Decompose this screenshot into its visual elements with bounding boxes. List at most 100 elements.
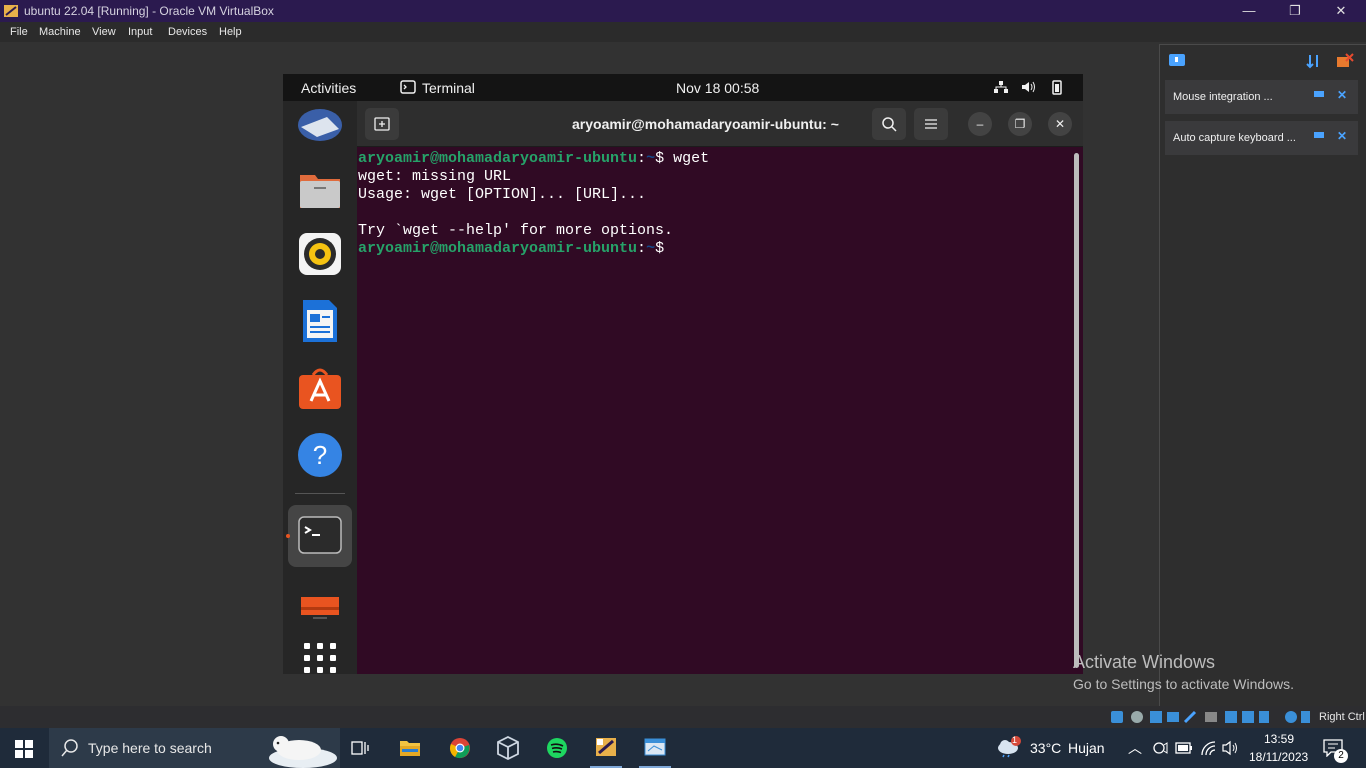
gnome-top-bar: Activities Terminal Nov 18 00:58: [283, 74, 1083, 101]
menu-devices[interactable]: Devices: [168, 26, 207, 38]
network-icon[interactable]: [993, 80, 1009, 94]
new-tab-button[interactable]: [365, 108, 399, 140]
meet-now-icon[interactable]: [1152, 740, 1168, 756]
menu-input[interactable]: Input: [128, 26, 152, 38]
rhythmbox-icon[interactable]: [297, 231, 343, 277]
ubuntu-dock: ?: [283, 101, 357, 674]
spotify-icon: [547, 738, 567, 758]
weather-icon[interactable]: [996, 736, 1022, 758]
minimize-button[interactable]: —: [1226, 0, 1272, 22]
terminal-scrollbar[interactable]: [1074, 153, 1079, 668]
virtualbox-app-icon: [4, 5, 18, 17]
info-icon[interactable]: [1313, 131, 1325, 141]
clock[interactable]: Nov 18 00:58: [676, 80, 759, 96]
chevron-up-icon[interactable]: ︿: [1128, 738, 1142, 758]
hamburger-menu-button[interactable]: [914, 108, 948, 140]
battery-icon[interactable]: [1049, 79, 1065, 95]
search-icon: [882, 117, 897, 132]
notification-mouse-integration[interactable]: Mouse integration ... ✕: [1165, 80, 1358, 114]
weather-badge: 1: [1012, 735, 1018, 745]
notification-text: Auto capture keyboard ...: [1173, 132, 1296, 144]
files-icon[interactable]: [297, 167, 343, 213]
prompt-path: ~: [646, 150, 656, 167]
search-highlight-image: [269, 736, 337, 768]
menu-file[interactable]: File: [10, 26, 28, 38]
dismiss-all-icon[interactable]: [1336, 53, 1354, 69]
vbox-titlebar: ubuntu 22.04 [Running] - Oracle VM Virtu…: [0, 0, 1366, 22]
window-title: ubuntu 22.04 [Running] - Oracle VM Virtu…: [24, 4, 274, 18]
notification-auto-capture[interactable]: Auto capture keyboard ... ✕: [1165, 121, 1358, 155]
activities-button[interactable]: Activities: [301, 80, 356, 96]
battery-icon[interactable]: [1175, 741, 1193, 755]
weather-description[interactable]: Hujan: [1068, 740, 1105, 756]
volume-icon[interactable]: [1021, 80, 1037, 94]
search-placeholder: Type here to search: [88, 740, 212, 756]
prompt-colon: :: [637, 240, 647, 257]
device-status-icons[interactable]: [1110, 709, 1310, 725]
terminal-close-button[interactable]: ✕: [1048, 112, 1072, 136]
writer-icon[interactable]: [297, 298, 343, 344]
vm-window-icon: [644, 738, 666, 756]
thunderbird-icon[interactable]: [297, 105, 343, 151]
clock-time[interactable]: 13:59: [1264, 732, 1294, 746]
vbox-menubar: File Machine View Input Devices Help: [0, 22, 1366, 42]
taskbar-ubuntu-vm[interactable]: [631, 728, 679, 768]
terminal-output-line: Usage: wget [OPTION]... [URL]...: [358, 186, 647, 203]
vbox-status-bar: Right Ctrl: [1110, 708, 1366, 726]
taskbar-spotify[interactable]: [533, 728, 581, 768]
new-tab-icon: [374, 117, 390, 131]
menu-help[interactable]: Help: [219, 26, 242, 38]
restore-button[interactable]: ❐: [1272, 0, 1318, 22]
sort-icon[interactable]: [1306, 53, 1322, 69]
terminal-title: aryoamir@mohamadaryoamir-ubuntu: ~: [572, 116, 839, 132]
command-text: wget: [673, 150, 710, 167]
terminal-output-line: wget: missing URL: [358, 168, 512, 185]
menu-machine[interactable]: Machine: [39, 26, 81, 38]
menu-icon: [925, 119, 937, 129]
chrome-icon: [450, 738, 470, 759]
clock-date[interactable]: 18/11/2023: [1249, 750, 1308, 764]
taskbar-search-box[interactable]: Type here to search: [49, 728, 340, 768]
watermark-subtitle: Go to Settings to activate Windows.: [1073, 676, 1294, 692]
dock-separator: [295, 493, 345, 494]
notification-center-icon[interactable]: [1168, 53, 1186, 69]
search-button[interactable]: [872, 108, 906, 140]
notification-count-badge: 2: [1334, 749, 1348, 763]
taskbar-file-explorer[interactable]: [386, 728, 434, 768]
file-explorer-icon: [400, 741, 420, 756]
prompt-user: aryoamir@mohamadaryoamir-ubuntu: [358, 150, 638, 167]
close-notification-icon[interactable]: ✕: [1337, 88, 1347, 102]
weather-temperature[interactable]: 33°C: [1030, 740, 1061, 756]
terminal-icon: [298, 516, 342, 554]
app-menu-label[interactable]: Terminal: [422, 80, 475, 96]
terminal-headerbar: aryoamir@mohamadaryoamir-ubuntu: ~ – ❐ ✕: [357, 101, 1083, 147]
prompt-symbol: $: [655, 150, 674, 167]
taskbar-vscode[interactable]: [484, 728, 532, 768]
close-button[interactable]: ✕: [1318, 0, 1364, 22]
taskbar-chrome[interactable]: [436, 728, 484, 768]
trash-icon[interactable]: [297, 591, 343, 627]
windows-start-icon[interactable]: [15, 740, 33, 758]
notification-text: Mouse integration ...: [1173, 91, 1273, 103]
prompt-colon: :: [637, 150, 647, 167]
close-notification-icon[interactable]: ✕: [1337, 129, 1347, 143]
windows-taskbar: Type here to search 1 33°C Hujan ︿ 13:59…: [0, 728, 1366, 768]
terminal-line-prompt: aryoamir@mohamadaryoamir-ubuntu:~$: [358, 240, 673, 258]
terminal-minimize-button[interactable]: –: [968, 112, 992, 136]
speaker-icon[interactable]: [1222, 740, 1240, 756]
activate-windows-watermark: Activate Windows Go to Settings to activ…: [1073, 652, 1294, 692]
info-icon[interactable]: [1313, 90, 1325, 100]
software-icon[interactable]: [297, 365, 343, 411]
terminal-content[interactable]: aryoamir@mohamadaryoamir-ubuntu:~$ wget …: [357, 147, 1083, 674]
taskbar-virtualbox[interactable]: [582, 728, 630, 768]
prompt-symbol: $: [655, 240, 674, 257]
dock-item-terminal[interactable]: [286, 505, 352, 567]
terminal-maximize-button[interactable]: ❐: [1008, 112, 1032, 136]
cube-app-icon: [497, 736, 519, 760]
ubuntu-guest-screen: Activities Terminal Nov 18 00:58 ? aryoa…: [283, 74, 1083, 674]
task-view-icon[interactable]: [351, 739, 369, 757]
wifi-icon[interactable]: [1200, 740, 1216, 756]
help-icon[interactable]: ?: [297, 432, 343, 478]
menu-view[interactable]: View: [92, 26, 116, 38]
app-grid-icon[interactable]: [297, 641, 343, 674]
